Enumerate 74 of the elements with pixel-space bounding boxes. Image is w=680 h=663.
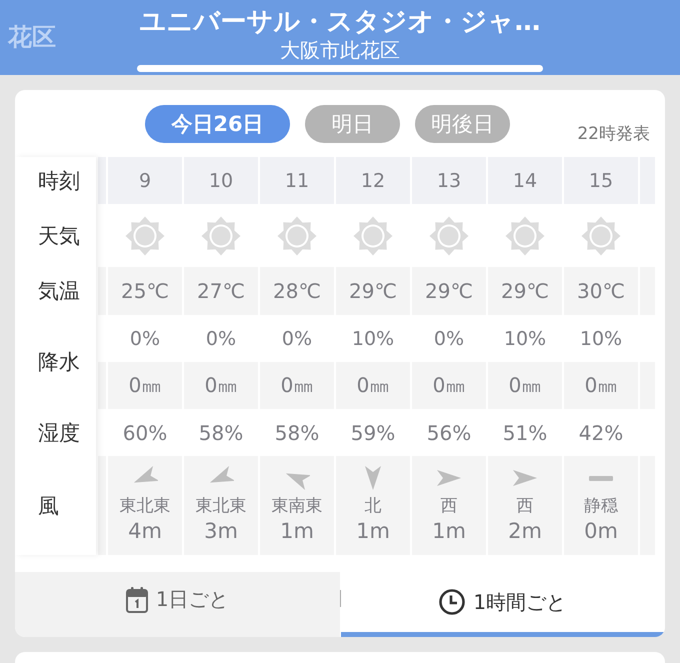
day-tab[interactable]: 明後日 bbox=[415, 105, 510, 143]
sun-icon bbox=[505, 216, 545, 256]
wind-direction: 北 bbox=[364, 495, 382, 517]
sun-icon bbox=[201, 216, 241, 256]
precip-chance-text: 0% bbox=[206, 328, 236, 350]
wind-speed: 0m bbox=[584, 518, 618, 545]
hour-cell: 9 bbox=[108, 157, 182, 204]
precipitation-cell: 0㎜ bbox=[260, 362, 334, 409]
humidity-text: 60% bbox=[122, 420, 168, 444]
row-label: 風 bbox=[37, 492, 60, 520]
precip-chance-text: 10% bbox=[580, 328, 622, 350]
hour-cell: 10 bbox=[184, 157, 258, 204]
temperature-cell: 29℃ bbox=[336, 267, 410, 315]
wind-direction: 東南東 bbox=[272, 495, 322, 517]
issued-time: 22時発表 bbox=[577, 123, 650, 145]
wind-direction: 東北東 bbox=[120, 495, 170, 517]
hour-cell: 11 bbox=[260, 157, 334, 204]
sun-icon bbox=[353, 216, 393, 256]
dash-icon bbox=[589, 476, 613, 480]
humidity-text: 59% bbox=[350, 420, 396, 444]
humidity-text: 56% bbox=[426, 420, 472, 444]
temperature-cell: 29℃ bbox=[412, 267, 486, 315]
hour-cell: 12 bbox=[336, 157, 410, 204]
row-label: 時刻 bbox=[37, 168, 81, 194]
wind-speed: 1m bbox=[356, 518, 390, 545]
hour-cell: 15 bbox=[564, 157, 638, 204]
precipitation-cell: 0㎜ bbox=[184, 362, 258, 409]
temperature-cell: 25℃ bbox=[108, 267, 182, 315]
hour-cell: 13 bbox=[412, 157, 486, 204]
sun-icon bbox=[581, 216, 621, 256]
humidity-text: 42% bbox=[578, 420, 624, 444]
precip-chance-text: 10% bbox=[352, 328, 394, 350]
humidity-text: 58% bbox=[274, 420, 320, 444]
precipitation-cell: 0㎜ bbox=[488, 362, 562, 409]
row-label: 気温 bbox=[37, 278, 81, 305]
day-tab[interactable]: 明日 bbox=[305, 105, 400, 143]
wind-direction: 西 bbox=[440, 495, 458, 517]
wind-speed: 3m bbox=[204, 518, 238, 545]
temperature-cell: 28℃ bbox=[260, 267, 334, 315]
clock-icon bbox=[439, 589, 466, 615]
place-subtitle: 大阪市此花区 bbox=[280, 38, 400, 62]
precip-chance-text: 0% bbox=[282, 328, 312, 350]
humidity-text: 51% bbox=[502, 420, 548, 444]
precip-chance-text: 0% bbox=[434, 328, 464, 350]
sun-icon bbox=[125, 216, 165, 256]
sun-icon bbox=[429, 216, 469, 256]
faded-title: 花区 bbox=[8, 22, 56, 52]
precipitation-cell: 0㎜ bbox=[564, 362, 638, 409]
precipitation-cell: 0㎜ bbox=[336, 362, 410, 409]
hour-cell: 14 bbox=[488, 157, 562, 204]
row-label: 降水 bbox=[37, 349, 81, 376]
table-cell bbox=[98, 157, 106, 204]
wind-speed: 2m bbox=[508, 518, 542, 545]
wind-speed: 4m bbox=[128, 518, 162, 545]
row-label: 湿度 bbox=[37, 420, 81, 446]
precip-chance-text: 0% bbox=[130, 328, 160, 350]
row-label: 天気 bbox=[37, 222, 81, 250]
precipitation-cell: 0㎜ bbox=[412, 362, 486, 409]
temperature-cell: 27℃ bbox=[184, 267, 258, 315]
humidity-text: 58% bbox=[198, 420, 244, 444]
place-title: ユニバーサル・スタジオ・ジャ… bbox=[140, 6, 540, 38]
view-tab[interactable]: 1日ごと bbox=[15, 572, 340, 637]
wind-direction: 東北東 bbox=[196, 495, 246, 517]
precip-chance-text: 10% bbox=[504, 328, 546, 350]
wind-speed: 1m bbox=[432, 518, 466, 545]
calendar-icon bbox=[126, 586, 148, 612]
wind-speed: 1m bbox=[280, 518, 314, 545]
temperature-cell: 29℃ bbox=[488, 267, 562, 315]
wind-direction: 西 bbox=[516, 495, 534, 517]
precipitation-cell: 0㎜ bbox=[108, 362, 182, 409]
temperature-cell: 30℃ bbox=[564, 267, 638, 315]
day-tab[interactable]: 今日26日 bbox=[145, 105, 290, 143]
sun-icon bbox=[277, 216, 317, 256]
wind-direction: 静穏 bbox=[584, 495, 618, 517]
